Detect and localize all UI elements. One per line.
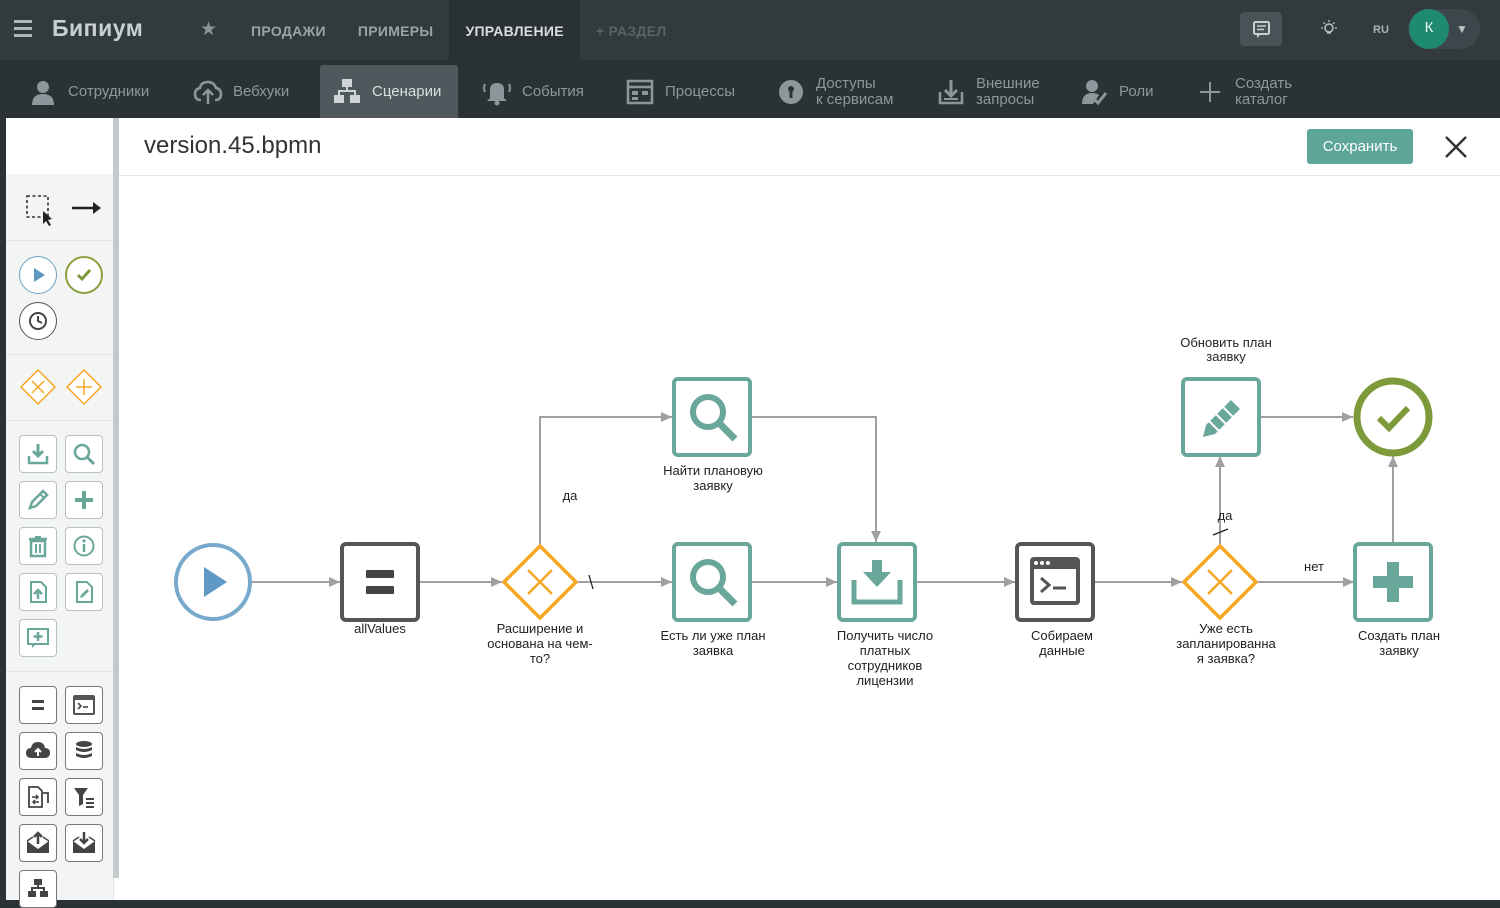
start-event[interactable] — [174, 543, 252, 621]
app-logo[interactable]: Бипиум — [52, 15, 143, 42]
top-bar: Бипиум ★ ПРОДАЖИ ПРИМЕРЫ УПРАВЛЕНИЕ + РА… — [0, 0, 1500, 60]
bell-icon — [482, 77, 512, 107]
lasso-select-icon[interactable] — [20, 189, 58, 227]
download-task-icon[interactable] — [19, 435, 57, 473]
database-task-icon[interactable] — [65, 732, 103, 770]
task-get-count[interactable] — [837, 542, 917, 622]
flow-gateway1-findplan[interactable] — [539, 412, 672, 544]
subnav-label-line1: Внешние — [976, 74, 1040, 92]
node-label: Уже есть запланированна я заявка? — [1176, 621, 1276, 666]
avatar[interactable]: К — [1409, 9, 1449, 49]
node-label: Собираем данные — [1031, 628, 1093, 658]
lock-circle-icon — [776, 77, 806, 107]
favorites-star-icon[interactable]: ★ — [200, 18, 217, 41]
start-event-icon[interactable] — [19, 256, 57, 294]
node-label: Расширение и основана на чем- то? — [487, 621, 593, 666]
subnav-scenarios[interactable]: Сценарии — [320, 65, 458, 118]
task-all-values[interactable] — [340, 542, 420, 622]
user-menu[interactable]: К ▼ — [1408, 9, 1480, 49]
subnav-label-line1: Создать — [1235, 74, 1293, 92]
user-check-icon — [1079, 77, 1109, 107]
plus-icon — [1195, 77, 1225, 107]
lightbulb-icon[interactable] — [1318, 18, 1340, 40]
task-find-plan[interactable] — [672, 377, 752, 457]
connect-arrow-icon[interactable] — [67, 189, 105, 227]
comment-add-task-icon[interactable] — [19, 619, 57, 657]
language-switcher[interactable]: RU — [1373, 24, 1389, 36]
chat-button[interactable] — [1240, 12, 1282, 46]
close-icon[interactable] — [1443, 134, 1469, 160]
task-create-plan[interactable] — [1353, 542, 1433, 622]
task-collect-data[interactable] — [1015, 542, 1095, 622]
flow-label-no: нет — [1304, 559, 1324, 574]
node-label: Создать план заявку — [1357, 628, 1441, 658]
subnav-events[interactable]: События — [482, 65, 584, 118]
cloud-task-icon[interactable] — [19, 732, 57, 770]
gateway-already-planned[interactable] — [1181, 543, 1259, 621]
terminal-icon — [1030, 557, 1080, 605]
task-update-plan[interactable] — [1181, 377, 1261, 457]
node-label: allValues — [354, 621, 406, 636]
search-task-icon[interactable] — [65, 435, 103, 473]
subnav-employees[interactable]: Сотрудники — [28, 65, 149, 118]
filter-task-icon[interactable] — [65, 778, 103, 816]
bpmn-editor-panel: version.45.bpmn Сохранить allValues Расш… — [6, 118, 1500, 908]
end-event-icon[interactable] — [65, 256, 103, 294]
subsection-bar: Сотрудники Вебхуки Сценарии События Проц… — [0, 60, 1500, 153]
bpmn-canvas[interactable]: allValues Расширение и основана на чем- … — [119, 176, 1500, 900]
subnav-create-catalog[interactable]: Создать каталог — [1195, 65, 1292, 118]
chat-icon — [1253, 21, 1270, 38]
exclusive-gateway-icon[interactable] — [19, 368, 57, 406]
parallel-gateway-icon[interactable] — [65, 368, 103, 406]
tab-management[interactable]: УПРАВЛЕНИЕ — [449, 0, 580, 60]
equals-icon — [366, 570, 394, 578]
subnav-label-line2: каталог — [1235, 90, 1288, 108]
mail-receive-task-icon[interactable] — [65, 824, 103, 862]
process-window-icon — [625, 77, 655, 107]
mail-send-task-icon[interactable] — [19, 824, 57, 862]
user-icon — [28, 77, 58, 107]
subprocess-task-icon[interactable] — [19, 870, 57, 908]
node-label: Есть ли уже план заявка — [660, 628, 766, 658]
variables-task-icon[interactable] — [19, 686, 57, 724]
timer-event-icon[interactable] — [19, 302, 57, 340]
flow-label-yes: да — [1217, 508, 1233, 523]
subnav-service-access[interactable]: Доступы к сервисам — [776, 65, 893, 118]
file-upload-task-icon[interactable] — [19, 573, 57, 611]
hamburger-menu-icon[interactable] — [14, 20, 32, 38]
add-section-tab[interactable]: + РАЗДЕЛ — [580, 0, 683, 60]
file-title: version.45.bpmn — [144, 132, 322, 159]
gateway-extension-based[interactable] — [501, 543, 579, 621]
subnav-label-line1: Доступы — [816, 74, 876, 92]
task-is-plan[interactable] — [672, 542, 752, 622]
node-label: Найти плановую заявку — [663, 463, 763, 493]
cloud-upload-icon — [193, 77, 223, 107]
script-task-icon[interactable] — [65, 686, 103, 724]
subnav-webhooks[interactable]: Вебхуки — [193, 65, 289, 118]
subnav-label-line2: запросы — [976, 90, 1035, 108]
subnav-label-line2: к сервисам — [816, 90, 894, 108]
subnav-processes[interactable]: Процессы — [625, 65, 735, 118]
tab-examples[interactable]: ПРИМЕРЫ — [342, 0, 450, 60]
save-button[interactable]: Сохранить — [1307, 129, 1413, 164]
chevron-down-icon[interactable]: ▼ — [1456, 22, 1468, 36]
node-label: Обновить план заявку — [1180, 335, 1272, 364]
section-tabs: ПРОДАЖИ ПРИМЕРЫ УПРАВЛЕНИЕ + РАЗДЕЛ — [235, 0, 682, 60]
file-edit-task-icon[interactable] — [65, 573, 103, 611]
file-transfer-task-icon[interactable] — [19, 778, 57, 816]
edit-task-icon[interactable] — [19, 481, 57, 519]
info-task-icon[interactable] — [65, 527, 103, 565]
subnav-external-requests[interactable]: Внешние запросы — [936, 65, 1040, 118]
end-event[interactable] — [1353, 377, 1433, 457]
tab-sales[interactable]: ПРОДАЖИ — [235, 0, 342, 60]
download-monitor-icon — [936, 77, 966, 107]
element-palette — [6, 118, 114, 908]
node-label: Получить число платных сотрудников лицен… — [836, 628, 934, 688]
flow-label-yes: да — [562, 488, 578, 503]
create-task-icon[interactable] — [65, 481, 103, 519]
hierarchy-icon — [332, 77, 362, 107]
delete-task-icon[interactable] — [19, 527, 57, 565]
subnav-roles[interactable]: Роли — [1079, 65, 1154, 118]
